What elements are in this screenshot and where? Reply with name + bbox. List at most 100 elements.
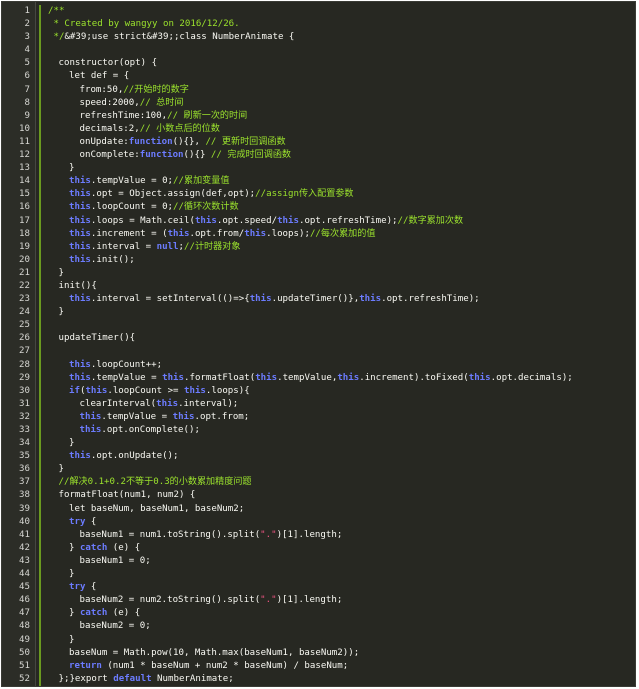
code-token-plain: .tempValue =	[101, 411, 173, 422]
code-line[interactable]: 38 formatFloat(num1, num2) {	[2, 489, 635, 502]
line-number: 33	[19, 425, 30, 435]
code-line[interactable]: 41 baseNum1 = num1.toString().split(".")[…	[2, 529, 635, 542]
code-token-keyword: this	[69, 294, 91, 305]
code-line[interactable]: 36}	[2, 463, 635, 476]
line-source: this.tempValue = this.formatFloat(this.t…	[69, 372, 573, 385]
code-token-plain: (e) {	[107, 608, 141, 619]
code-line[interactable]: 42} catch (e) {	[2, 542, 635, 555]
code-line[interactable]: 19 this.interval = null;//计时器对象	[2, 241, 635, 254]
line-number: 42	[19, 542, 30, 553]
line-number: 35	[19, 451, 30, 462]
line-number: 28	[19, 359, 30, 370]
code-token-plain: }	[69, 542, 80, 553]
code-token-plain: .opt.from/	[189, 228, 245, 239]
code-line[interactable]: 22 init(){	[2, 280, 635, 293]
code-line[interactable]: 4	[2, 44, 635, 57]
code-token-plain: }	[69, 438, 75, 449]
code-token-keyword: function	[139, 150, 184, 161]
code-line[interactable]: 44}	[2, 568, 635, 581]
code-line[interactable]: 18 this.increment = (this.opt.from/this.l…	[2, 228, 635, 241]
code-token-plain: }	[69, 634, 75, 645]
code-line[interactable]: 16 this.loopCount = 0;//循环次数计数	[2, 201, 635, 214]
code-token-plain: .loopCount = 0;	[90, 202, 174, 213]
code-line[interactable]: 8 speed:2000,// 总时间	[2, 97, 635, 110]
code-token-plain: .opt.from;	[194, 411, 250, 422]
code-line[interactable]: 49}	[2, 634, 635, 647]
code-line[interactable]: 28 this.loopCount++;	[2, 359, 635, 372]
code-token-plain: baseNum1 = 0;	[79, 555, 151, 566]
code-line[interactable]: 46 baseNum2 = num2.toString().split(".")[…	[2, 594, 635, 607]
code-token-plain: baseNum = Math.pow(10, Math.max(baseNum1…	[69, 647, 360, 658]
code-line[interactable]: 20 this.init();	[2, 254, 635, 267]
code-line[interactable]: 47 } catch (e) {	[2, 607, 635, 620]
line-number: 7	[24, 84, 30, 95]
code-line[interactable]: 23 this.interval = setInterval(()=>{this.…	[2, 293, 635, 306]
code-line[interactable]: 52};}export default NumberAnimate;	[2, 673, 635, 686]
line-source: }	[69, 634, 74, 647]
code-token-comment: // 刷新一次的时间	[167, 110, 248, 121]
code-line[interactable]: 14 this.tempValue = 0;//累加变量值	[2, 175, 635, 188]
line-number: 47	[19, 608, 30, 619]
line-number: 41	[19, 529, 30, 540]
code-line[interactable]: 26 updateTimer(){	[2, 332, 635, 345]
code-line[interactable]: 50 baseNum = Math.pow(10, Math.max(baseNu…	[2, 647, 635, 660]
code-line[interactable]: 39 let baseNum, baseNum1, baseNum2;	[2, 503, 635, 516]
code-line[interactable]: 40 try {	[2, 516, 635, 529]
code-line[interactable]: 31 clearInterval(this.interval);	[2, 398, 635, 411]
code-line[interactable]: 30 if(this.loopCount >= this.loops){	[2, 385, 635, 398]
code-line[interactable]: 51 return (num1 * baseNum + num2 * baseNu…	[2, 660, 635, 673]
code-line[interactable]: 48 baseNum2 = 0;	[2, 620, 635, 633]
code-line[interactable]: 1 /**	[2, 5, 635, 18]
code-line[interactable]: 25	[2, 319, 635, 332]
code-token-plain: from:50,	[79, 84, 124, 95]
code-line[interactable]: 7 from:50,//开始时的数字	[2, 84, 635, 97]
line-number: 27	[19, 346, 30, 357]
line-number: 37	[19, 477, 30, 488]
code-token-keyword: this	[167, 228, 190, 239]
line-number: 32	[19, 411, 30, 422]
line-source: */&#39;use strict&#39;;class NumberAnima…	[48, 31, 294, 44]
code-line[interactable]: 6 let def = {	[2, 70, 635, 83]
code-token-comment: // 总时间	[139, 97, 184, 108]
code-line[interactable]: 10 decimals:2,// 小数点后的位数	[2, 123, 635, 136]
code-line[interactable]: 21}	[2, 267, 635, 280]
line-source: let def = {	[69, 70, 129, 83]
line-source: baseNum2 = 0;	[80, 620, 151, 633]
code-line[interactable]: 12 onComplete:function(){} // 完成时回调函数	[2, 149, 635, 162]
code-line[interactable]: 17 this.loops = Math.ceil(this.opt.speed/…	[2, 215, 635, 228]
code-line[interactable]: 32 this.tempValue = this.opt.from;	[2, 411, 635, 424]
line-source: } catch (e) {	[69, 607, 140, 620]
code-line[interactable]: 3 */&#39;use strict&#39;;class NumberAni…	[2, 31, 635, 44]
code-line[interactable]: 13}	[2, 162, 635, 175]
code-line[interactable]: 43 baseNum1 = 0;	[2, 555, 635, 568]
code-line[interactable]: 45 try {	[2, 581, 635, 594]
code-token-keyword: catch	[79, 542, 108, 553]
code-line[interactable]: 27	[2, 345, 635, 358]
code-line[interactable]: 24}	[2, 306, 635, 319]
code-token-keyword: this	[359, 294, 382, 305]
code-token-plain: }	[69, 569, 75, 580]
line-source: if(this.loopCount >= this.loops){	[69, 385, 250, 398]
code-token-comment: // 小数点后的位数	[139, 123, 220, 134]
line-source: };}export default NumberAnimate;	[59, 673, 234, 686]
code-line[interactable]: 9 refreshTime:100,// 刷新一次的时间	[2, 110, 635, 123]
code-line[interactable]: 33 this.opt.onComplete();	[2, 424, 635, 437]
line-number: 20	[19, 254, 30, 265]
code-line[interactable]: 34}	[2, 437, 635, 450]
code-line[interactable]: 35 this.opt.onUpdate();	[2, 450, 635, 463]
code-token-plain: clearInterval(	[79, 398, 157, 409]
code-editor[interactable]: 1 /** 2 * Created by wangyy on 2016/12/26.…	[1, 1, 636, 687]
code-token-keyword: if	[69, 385, 80, 396]
code-token-plain: (e) {	[107, 542, 141, 553]
line-number: 9	[24, 110, 30, 121]
code-line[interactable]: 5 constructor(opt) {	[2, 57, 635, 70]
line-source: speed:2000,// 总时间	[80, 97, 184, 110]
code-line[interactable]: 11 onUpdate:function(){}, // 更新时回调函数	[2, 136, 635, 149]
code-line[interactable]: 2 * Created by wangyy on 2016/12/26.	[2, 18, 635, 31]
line-source: }	[59, 306, 64, 319]
code-token-plain: .opt.refreshTime);	[381, 294, 480, 305]
code-line[interactable]: 15 this.opt = Object.assign(def,opt);//as…	[2, 188, 635, 201]
code-line[interactable]: 29 this.tempValue = this.formatFloat(this…	[2, 372, 635, 385]
line-source: }	[69, 437, 74, 450]
code-line[interactable]: 37 //解决0.1+0.2不等于0.3的小数累加精度问题	[2, 476, 635, 489]
